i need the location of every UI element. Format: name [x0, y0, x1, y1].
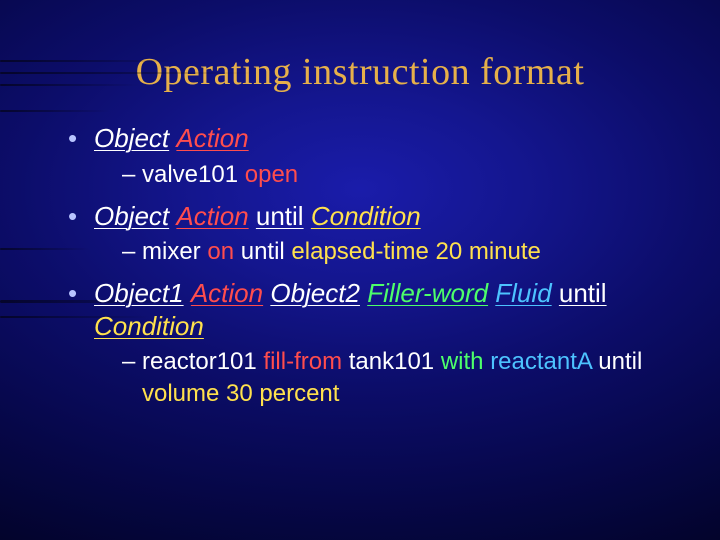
bullet-3-sub: reactor101 fill-from tank101 with reacta… [94, 346, 680, 408]
bullet-2: Object Action until Condition mixer on u… [68, 200, 680, 268]
bullet-1-sub: valve101 open [94, 159, 680, 190]
slide-title: Operating instruction format [40, 50, 680, 94]
bullet-2-action: Action [176, 201, 248, 231]
bullet-2-ex-until: until [241, 238, 285, 265]
bullet-3-ex-until: until [598, 348, 642, 375]
bullet-1-action: Action [176, 123, 248, 153]
bullet-2-until: until [256, 201, 304, 231]
bullet-3-example: reactor101 fill-from tank101 with reacta… [122, 346, 680, 408]
bullet-1: Object Action valve101 open [68, 122, 680, 190]
bullet-3: Object1 Action Object2 Filler-word Fluid… [68, 277, 680, 408]
bullet-3-filler: Filler-word [367, 278, 488, 308]
bullet-list: Object Action valve101 open Object Actio… [40, 122, 680, 409]
bullet-2-ex-condition: elapsed-time 20 minute [291, 238, 540, 265]
bullet-3-condition: Condition [94, 311, 204, 341]
bullet-3-fluid: Fluid [495, 278, 551, 308]
bullet-1-ex-action: open [245, 161, 298, 188]
bullet-2-ex-action: on [207, 238, 234, 265]
bullet-2-ex-object: mixer [142, 238, 201, 265]
slide: Operating instruction format Object Acti… [0, 0, 720, 540]
bullet-3-ex-object2: tank101 [349, 348, 434, 375]
bullet-3-object2: Object2 [270, 278, 360, 308]
bullet-2-condition: Condition [311, 201, 421, 231]
bullet-3-ex-action: fill-from [263, 348, 342, 375]
bullet-2-sub: mixer on until elapsed-time 20 minute [94, 236, 680, 267]
bullet-1-example: valve101 open [122, 159, 680, 190]
bullet-3-ex-fluid: reactantA [490, 348, 591, 375]
bullet-3-object1: Object1 [94, 278, 184, 308]
bullet-2-object: Object [94, 201, 169, 231]
bullet-2-example: mixer on until elapsed-time 20 minute [122, 236, 680, 267]
bullet-3-action: Action [191, 278, 263, 308]
bullet-1-ex-object: valve101 [142, 161, 238, 188]
bullet-1-object: Object [94, 123, 169, 153]
bullet-3-until: until [559, 278, 607, 308]
bullet-3-ex-object1: reactor101 [142, 348, 257, 375]
bullet-3-ex-filler: with [441, 348, 484, 375]
bullet-3-ex-condition: volume 30 percent [142, 380, 339, 407]
